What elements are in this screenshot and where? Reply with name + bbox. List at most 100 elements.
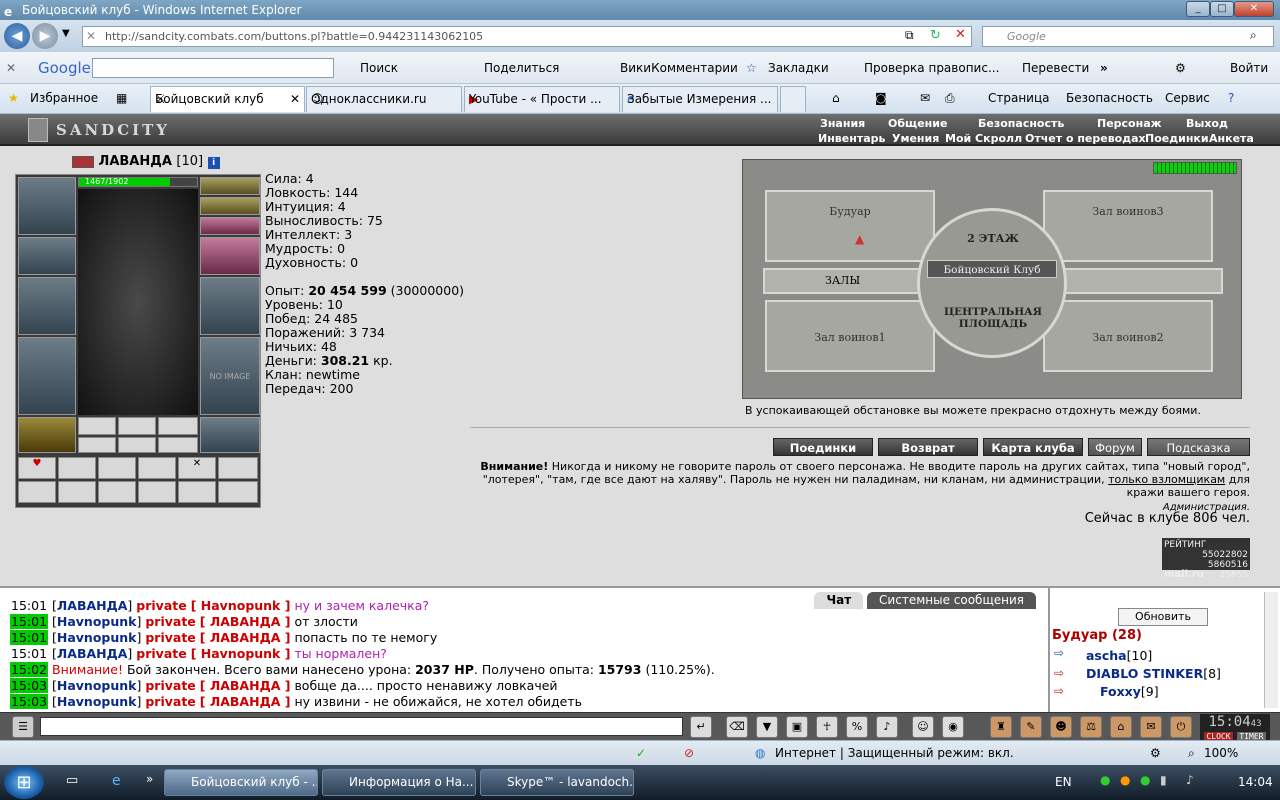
exit-icon[interactable]: ⏻	[1170, 716, 1192, 738]
nav-knowledge[interactable]: Знания	[820, 117, 865, 130]
sender-nick[interactable]: Havnopunk	[57, 630, 137, 645]
scroll-slot-4[interactable]	[138, 481, 176, 503]
nav-communication[interactable]: Общение	[888, 117, 947, 130]
settings-icon[interactable]: ⚙	[1150, 741, 1161, 765]
wiki-comments-button[interactable]: ВикиКомментарии	[620, 52, 738, 84]
forum-button[interactable]: Форум	[1088, 438, 1142, 456]
sender-nick[interactable]: ЛАВАНДА	[57, 598, 128, 613]
sender-nick[interactable]: ЛАВАНДА	[57, 646, 128, 661]
club-map-button[interactable]: Карта клуба	[983, 438, 1083, 456]
recipient-nick[interactable]: ЛАВАНДА	[210, 694, 281, 709]
item-slot-6[interactable]	[158, 437, 198, 453]
ie-quicklaunch-icon[interactable]: e	[112, 773, 121, 789]
wrench-icon[interactable]: ⚙	[1175, 52, 1186, 84]
forward-button[interactable]: ▶	[32, 23, 58, 49]
bag-icon[interactable]: ♜	[990, 716, 1012, 738]
address-input[interactable]: http://sandcity.combats.com/buttons.pl?b…	[82, 26, 972, 47]
tab-chat[interactable]: Чат	[814, 592, 864, 609]
private-arrow-icon[interactable]: ⇨	[1054, 666, 1064, 680]
fighter-icon[interactable]: ☥	[816, 716, 838, 738]
compat-view-icon[interactable]: ⧉	[905, 28, 914, 43]
hint-button[interactable]: Подсказка	[1147, 438, 1250, 456]
necklace-slot[interactable]	[200, 197, 260, 215]
security-zone[interactable]: Интернет | Защищенный режим: вкл.	[775, 741, 1014, 765]
page-menu[interactable]: Страница	[988, 84, 1050, 112]
item-slot-1[interactable]	[78, 417, 116, 435]
message-time[interactable]: 15:03	[10, 678, 49, 693]
tab-fight-club[interactable]: ⚔ Бойцовский клуб ✕	[150, 86, 305, 112]
weapon-slot-right[interactable]	[200, 277, 260, 335]
potion-slot-5[interactable]: ✕	[178, 457, 216, 479]
share-button[interactable]: Поделиться	[484, 52, 559, 84]
language-indicator[interactable]: EN	[1055, 775, 1072, 789]
network-icon[interactable]: ▮	[1160, 773, 1167, 787]
close-window-button[interactable]: ✕	[1234, 1, 1274, 17]
chat-input[interactable]	[40, 717, 683, 736]
room-boudoir[interactable]: Будуар	[765, 190, 935, 262]
message-time[interactable]: 15:01	[10, 614, 49, 629]
chat-options-icon[interactable]: ☰	[12, 716, 34, 738]
rss-icon[interactable]: ◙	[875, 84, 887, 112]
smile-icon[interactable]: ☺	[912, 716, 934, 738]
nav-exit[interactable]: Выход	[1186, 117, 1228, 130]
potion-slot-6[interactable]	[218, 457, 258, 479]
sound-icon[interactable]: ♪	[876, 716, 898, 738]
private-arrow-icon[interactable]: ⇨	[1054, 684, 1064, 698]
help-icon[interactable]: ?	[1228, 84, 1234, 112]
tab-forgotten-dimensions[interactable]: e Забытые Измерения ...	[622, 86, 778, 112]
nav-character[interactable]: Персонаж	[1097, 117, 1162, 130]
room-warriors-hall-3[interactable]: Зал воинов3	[1043, 190, 1213, 262]
no-image-slot[interactable]: NO IMAGE	[200, 337, 260, 415]
quicklaunch-more-icon[interactable]: »	[146, 772, 153, 786]
fights-button[interactable]: Поединки	[773, 438, 873, 456]
bracers-slot[interactable]	[18, 237, 76, 275]
task-fight-club[interactable]: Бойцовский клуб - ...	[164, 769, 318, 796]
more-chevron-icon[interactable]: »	[1100, 52, 1108, 84]
clear-icon[interactable]: ⌫	[726, 716, 748, 738]
armor-slot[interactable]	[18, 337, 76, 415]
bookmarks-button[interactable]: Закладки	[768, 52, 829, 84]
friends-icon[interactable]: ☻	[1050, 716, 1072, 738]
hackers-link[interactable]: только взломщикам	[1108, 473, 1225, 486]
volume-icon[interactable]: ♪	[1186, 773, 1194, 787]
potion-slot-3[interactable]	[98, 457, 136, 479]
scroll-slot-1[interactable]	[18, 481, 56, 503]
nav-security[interactable]: Безопасность	[978, 117, 1064, 130]
message-time[interactable]: 15:01	[10, 646, 48, 661]
room-warriors-hall-2[interactable]: Зал воинов2	[1043, 300, 1213, 372]
home-icon[interactable]: ⌂	[832, 84, 840, 112]
item-slot-2[interactable]	[118, 417, 156, 435]
central-square[interactable]: ЦЕНТРАЛЬНАЯ ПЛОЩАДЬ	[933, 306, 1053, 330]
sender-nick[interactable]: Havnopunk	[57, 614, 137, 629]
recipient-nick[interactable]: ЛАВАНДА	[210, 630, 281, 645]
start-button[interactable]: ⊞	[4, 766, 44, 799]
player-item[interactable]: ascha[10]	[1086, 648, 1152, 663]
boots-slot[interactable]	[200, 417, 260, 453]
home-icon[interactable]: ⌂	[1110, 716, 1132, 738]
nav-skills[interactable]: Умения	[892, 132, 939, 145]
scroll-slot-5[interactable]	[178, 481, 216, 503]
item-slot-3[interactable]	[158, 417, 198, 435]
favorites-button[interactable]: Избранное	[30, 84, 98, 112]
skype-tray-icon[interactable]: ●	[1100, 773, 1110, 787]
zoom-level[interactable]: 100%	[1204, 741, 1238, 765]
message-icon[interactable]: ✉	[1140, 716, 1162, 738]
login-button[interactable]: Войти	[1230, 52, 1268, 84]
character-portrait[interactable]	[78, 189, 198, 415]
nav-my-scroll[interactable]: Мой Скролл	[945, 132, 1022, 145]
new-tab-button[interactable]	[780, 86, 806, 112]
desktop-icon[interactable]: ▭	[66, 773, 78, 788]
info-icon[interactable]: i	[207, 157, 220, 169]
speed-icon[interactable]: %	[846, 716, 868, 738]
recipient-nick[interactable]: ЛАВАНДА	[210, 678, 281, 693]
player-item[interactable]: DIABLO STINKER[8]	[1086, 666, 1221, 681]
send-icon[interactable]: ↵	[690, 716, 712, 738]
sender-nick[interactable]: Havnopunk	[57, 694, 137, 709]
sender-nick[interactable]: Havnopunk	[57, 678, 137, 693]
mailru-rating-counter[interactable]: РЕЙТИНГ 55022802 5860516 mail.ru 25855	[1162, 538, 1250, 580]
gloves-slot[interactable]	[200, 237, 260, 275]
helmet-slot[interactable]	[18, 177, 76, 235]
minimize-button[interactable]: _	[1186, 1, 1210, 17]
scroll-slot-2[interactable]	[58, 481, 96, 503]
fight-club-center[interactable]: Бойцовский Клуб	[927, 260, 1057, 278]
